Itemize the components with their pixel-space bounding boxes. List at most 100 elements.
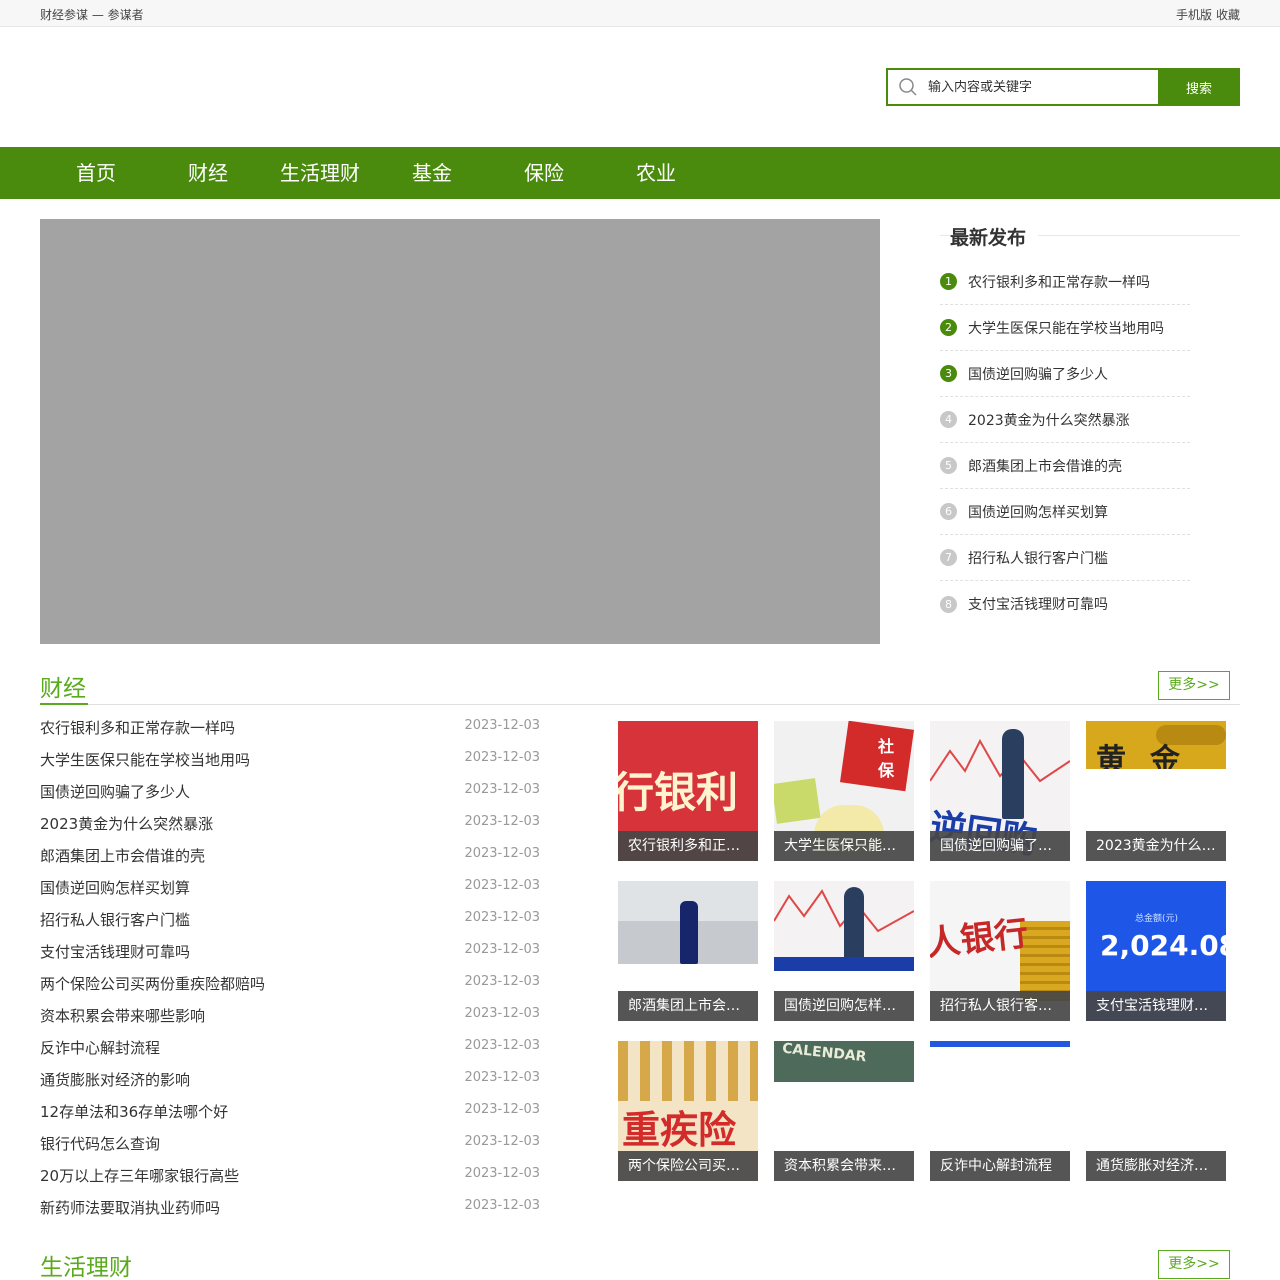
thumb-caption[interactable]: 反诈中心解封流程 (930, 1151, 1070, 1181)
thumb-image-subtext: 总金额(元) (1135, 914, 1179, 924)
latest-item-title[interactable]: 郎酒集团上市会借谁的壳 (968, 456, 1122, 476)
latest-item-title[interactable]: 招行私人银行客户门槛 (968, 548, 1108, 568)
list-item[interactable]: 2023黄金为什么突然暴涨 2023-12-03 (40, 807, 540, 839)
list-item[interactable]: 反诈中心解封流程 2023-12-03 (40, 1031, 540, 1063)
news-thumb[interactable]: 国债逆回购怎样买划算 (774, 881, 914, 1021)
news-title[interactable]: 新药师法要取消执业药师吗 (40, 1197, 220, 1218)
section-title-life-finance[interactable]: 生活理财 (40, 1248, 132, 1280)
latest-item-title[interactable]: 支付宝活钱理财可靠吗 (968, 594, 1108, 614)
news-title[interactable]: 通货膨胀对经济的影响 (40, 1069, 190, 1090)
news-thumb[interactable]: 重疾险 两个保险公司买两份重疾险都赔吗 (618, 1041, 758, 1181)
thumb-caption[interactable]: 资本积累会带来哪些影响 (774, 1151, 914, 1181)
search-button[interactable]: 搜索 (1158, 68, 1240, 106)
favorite-link[interactable]: 收藏 (1216, 8, 1240, 22)
news-thumb[interactable]: 黄金 2023黄金为什么突然暴涨 (1086, 721, 1226, 861)
search-input[interactable] (928, 79, 1148, 95)
thumb-caption[interactable]: 农行银利多和正常存款一样吗 (618, 831, 758, 861)
thumb-image-text: 黄金 (1096, 743, 1204, 769)
figure-icon (844, 887, 864, 963)
latest-item-title[interactable]: 农行银利多和正常存款一样吗 (968, 272, 1150, 292)
nav-item-finance[interactable]: 财经 (152, 147, 264, 199)
thumb-caption[interactable]: 两个保险公司买两份重疾险都赔吗 (618, 1151, 758, 1181)
news-title[interactable]: 农行银利多和正常存款一样吗 (40, 717, 235, 738)
news-title[interactable]: 郎酒集团上市会借谁的壳 (40, 845, 205, 866)
news-title[interactable]: 2023黄金为什么突然暴涨 (40, 813, 213, 834)
thumb-caption[interactable]: 2023黄金为什么突然暴涨 (1086, 831, 1226, 861)
news-thumb[interactable]: 郎酒集团上市会借谁的壳 (618, 881, 758, 1021)
list-item[interactable]: 20万以上存三年哪家银行高些 2023-12-03 (40, 1159, 540, 1191)
list-item[interactable]: 2 大学生医保只能在学校当地用吗 (940, 305, 1190, 351)
more-button-finance[interactable]: 更多>> (1158, 671, 1230, 700)
list-item[interactable]: 资本积累会带来哪些影响 2023-12-03 (40, 999, 540, 1031)
news-title[interactable]: 两个保险公司买两份重疾险都赔吗 (40, 973, 265, 994)
section-title-finance[interactable]: 财经 (40, 669, 86, 703)
news-title[interactable]: 反诈中心解封流程 (40, 1037, 160, 1058)
thumb-image-text: 2,024.08 (1100, 929, 1226, 962)
site-brand[interactable]: 财经参谋 — 参谋者 (40, 6, 144, 23)
latest-item-title[interactable]: 大学生医保只能在学校当地用吗 (968, 318, 1164, 338)
list-item[interactable]: 农行银利多和正常存款一样吗 2023-12-03 (40, 711, 540, 743)
latest-item-title[interactable]: 国债逆回购怎样买划算 (968, 502, 1108, 522)
news-thumb[interactable]: 社保 大学生医保只能在学校当地用吗 (774, 721, 914, 861)
list-item[interactable]: 通货膨胀对经济的影响 2023-12-03 (40, 1063, 540, 1095)
list-item[interactable]: 8 支付宝活钱理财可靠吗 (940, 581, 1190, 627)
list-item[interactable]: 新药师法要取消执业药师吗 2023-12-03 (40, 1191, 540, 1223)
list-item[interactable]: 银行代码怎么查询 2023-12-03 (40, 1127, 540, 1159)
news-date: 2023-12-03 (464, 1102, 540, 1117)
thumb-caption[interactable]: 大学生医保只能在学校当地用吗 (774, 831, 914, 861)
news-thumb[interactable]: 逆回购 国债逆回购骗了多少人 (930, 721, 1070, 861)
thumb-image-text: 人银行 (930, 913, 1031, 965)
news-title[interactable]: 招行私人银行客户门槛 (40, 909, 190, 930)
news-title[interactable]: 资本积累会带来哪些影响 (40, 1005, 205, 1026)
news-date: 2023-12-03 (464, 1038, 540, 1053)
news-date: 2023-12-03 (464, 718, 540, 733)
list-item[interactable]: 12存单法和36存单法哪个好 2023-12-03 (40, 1095, 540, 1127)
nav-item-life-finance[interactable]: 生活理财 (264, 147, 376, 199)
news-title[interactable]: 银行代码怎么查询 (40, 1133, 160, 1154)
nav-item-fund[interactable]: 基金 (376, 147, 488, 199)
banner-slider[interactable] (40, 219, 880, 644)
news-thumb[interactable]: 总金额(元) 2,024.08 支付宝活钱理财可靠吗 (1086, 881, 1226, 1021)
list-item[interactable]: 4 2023黄金为什么突然暴涨 (940, 397, 1190, 443)
news-thumb[interactable]: 人银行 招行私人银行客户门槛 (930, 881, 1070, 1021)
news-title[interactable]: 大学生医保只能在学校当地用吗 (40, 749, 250, 770)
news-title[interactable]: 20万以上存三年哪家银行高些 (40, 1165, 239, 1186)
news-thumb[interactable]: 通货膨胀对经济的影响 (1086, 1041, 1226, 1181)
list-item[interactable]: 5 郎酒集团上市会借谁的壳 (940, 443, 1190, 489)
list-item[interactable]: 3 国债逆回购骗了多少人 (940, 351, 1190, 397)
main-nav: 首页 财经 生活理财 基金 保险 农业 (0, 147, 1280, 199)
list-item[interactable]: 郎酒集团上市会借谁的壳 2023-12-03 (40, 839, 540, 871)
list-item[interactable]: 国债逆回购怎样买划算 2023-12-03 (40, 871, 540, 903)
list-item[interactable]: 1 农行银利多和正常存款一样吗 (940, 259, 1190, 305)
section-divider (40, 704, 1240, 705)
news-title[interactable]: 国债逆回购怎样买划算 (40, 877, 190, 898)
nav-item-agriculture[interactable]: 农业 (600, 147, 712, 199)
news-date: 2023-12-03 (464, 1006, 540, 1021)
nav-item-home[interactable]: 首页 (40, 147, 152, 199)
list-item[interactable]: 7 招行私人银行客户门槛 (940, 535, 1190, 581)
thumb-caption[interactable]: 国债逆回购骗了多少人 (930, 831, 1070, 861)
news-thumb[interactable]: 反诈中心解封流程 (930, 1041, 1070, 1181)
news-title[interactable]: 12存单法和36存单法哪个好 (40, 1101, 228, 1122)
list-item[interactable]: 国债逆回购骗了多少人 2023-12-03 (40, 775, 540, 807)
thumb-caption[interactable]: 国债逆回购怎样买划算 (774, 991, 914, 1021)
news-title[interactable]: 国债逆回购骗了多少人 (40, 781, 190, 802)
more-button-life-finance[interactable]: 更多>> (1158, 1250, 1230, 1279)
thumb-caption[interactable]: 招行私人银行客户门槛 (930, 991, 1070, 1021)
list-item[interactable]: 6 国债逆回购怎样买划算 (940, 489, 1190, 535)
news-thumb[interactable]: 行银利 农行银利多和正常存款一样吗 (618, 721, 758, 861)
thumb-caption[interactable]: 支付宝活钱理财可靠吗 (1086, 991, 1226, 1021)
news-thumb[interactable]: CALENDAR 资本积累会带来哪些影响 (774, 1041, 914, 1181)
news-title[interactable]: 支付宝活钱理财可靠吗 (40, 941, 190, 962)
thumb-caption[interactable]: 通货膨胀对经济的影响 (1086, 1151, 1226, 1181)
rank-badge: 1 (940, 273, 957, 290)
mobile-link[interactable]: 手机版 (1176, 8, 1212, 22)
list-item[interactable]: 大学生医保只能在学校当地用吗 2023-12-03 (40, 743, 540, 775)
thumb-caption[interactable]: 郎酒集团上市会借谁的壳 (618, 991, 758, 1021)
latest-item-title[interactable]: 2023黄金为什么突然暴涨 (968, 410, 1130, 430)
nav-item-insurance[interactable]: 保险 (488, 147, 600, 199)
list-item[interactable]: 招行私人银行客户门槛 2023-12-03 (40, 903, 540, 935)
latest-item-title[interactable]: 国债逆回购骗了多少人 (968, 364, 1108, 384)
list-item[interactable]: 两个保险公司买两份重疾险都赔吗 2023-12-03 (40, 967, 540, 999)
list-item[interactable]: 支付宝活钱理财可靠吗 2023-12-03 (40, 935, 540, 967)
